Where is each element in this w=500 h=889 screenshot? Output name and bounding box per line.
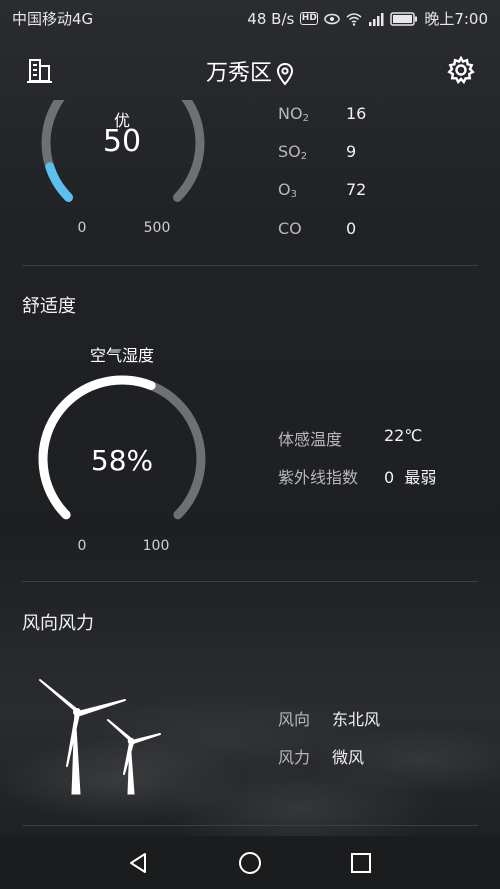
pollutant-no2-label: NO2 bbox=[278, 104, 309, 124]
home-icon[interactable] bbox=[235, 848, 265, 878]
feels-like-label: 体感温度 bbox=[278, 430, 343, 449]
top-bar: 万秀区 bbox=[0, 45, 500, 95]
recents-icon[interactable] bbox=[346, 848, 376, 878]
aqi-scale-min: 0 bbox=[77, 220, 87, 236]
location-pin-icon bbox=[276, 62, 294, 86]
pollutant-co-label: CO bbox=[278, 219, 302, 238]
eye-icon bbox=[324, 13, 341, 24]
uv-index-value: 0 最弱 bbox=[384, 468, 437, 487]
status-bar: 中国移动4G 48 B/s HD 晚上7:00 bbox=[0, 0, 500, 34]
aqi-scale-max: 500 bbox=[143, 220, 171, 236]
signal-icon bbox=[369, 12, 384, 26]
pollutant-o3-label: O3 bbox=[278, 180, 297, 200]
pollutant-no2-value: 16 bbox=[346, 104, 367, 123]
section-divider bbox=[22, 825, 478, 826]
aqi-value: 50 bbox=[102, 124, 142, 159]
humidity-scale-min: 0 bbox=[77, 538, 87, 554]
humidity-scale-max: 100 bbox=[142, 538, 170, 554]
network-speed: 48 B/s bbox=[247, 9, 295, 28]
carrier-label: 中国移动4G bbox=[12, 10, 94, 28]
hd-badge-icon: HD bbox=[300, 12, 319, 25]
section-divider bbox=[22, 265, 478, 266]
aqi-section: 优 50 0 500 NO2 16 SO2 9 O3 72 CO 0 bbox=[0, 100, 500, 265]
feels-like-value: 22℃ bbox=[384, 426, 423, 445]
humidity-label: 空气湿度 bbox=[89, 346, 154, 365]
battery-icon bbox=[390, 11, 418, 26]
section-divider bbox=[22, 581, 478, 582]
location-title[interactable]: 万秀区 bbox=[0, 55, 500, 87]
wind-title: 风向风力 bbox=[22, 613, 94, 634]
wind-direction-label: 风向 bbox=[278, 710, 311, 729]
back-icon[interactable] bbox=[124, 848, 154, 878]
pollutant-co-value: 0 bbox=[346, 219, 357, 238]
wind-turbine-icon bbox=[39, 679, 161, 795]
pollutant-so2-label: SO2 bbox=[278, 142, 308, 162]
pollutant-o3-value: 72 bbox=[346, 180, 367, 199]
uv-index-label: 紫外线指数 bbox=[278, 468, 359, 487]
weather-screen: 中国移动4G 48 B/s HD 晚上7:00 万秀区 优 50 0 500 N… bbox=[0, 0, 500, 889]
wifi-icon bbox=[346, 12, 362, 26]
status-right: 48 B/s HD 晚上7:00 bbox=[247, 8, 488, 29]
wind-force-value: 微风 bbox=[332, 748, 365, 767]
page-title: 万秀区 bbox=[205, 61, 272, 86]
pollutant-so2-value: 9 bbox=[346, 142, 357, 161]
clock: 晚上7:00 bbox=[424, 10, 488, 28]
gear-icon[interactable] bbox=[446, 55, 476, 85]
comfort-title: 舒适度 bbox=[22, 296, 76, 317]
system-nav-bar bbox=[0, 836, 500, 889]
wind-force-label: 风力 bbox=[278, 748, 311, 767]
wind-direction-value: 东北风 bbox=[332, 710, 381, 729]
humidity-value: 58% bbox=[90, 444, 154, 477]
